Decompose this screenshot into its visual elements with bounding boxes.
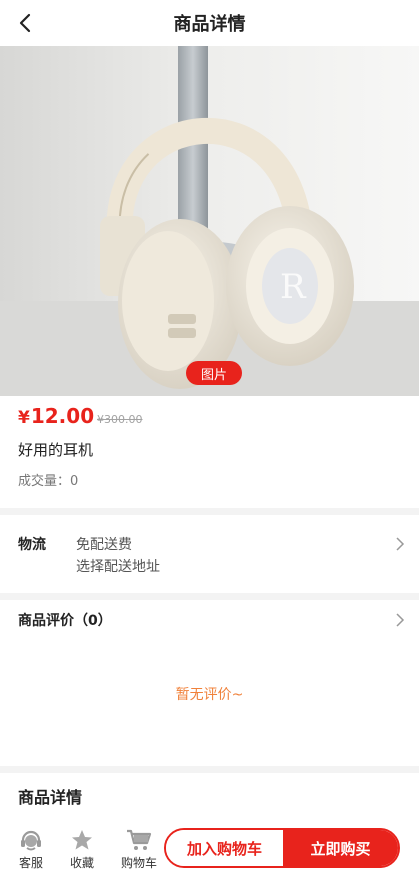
currency-symbol: ¥ <box>18 408 30 428</box>
reviews-section: 商品评价（0） 暂无评价~ <box>0 600 419 766</box>
cart-button[interactable]: 购物车 <box>119 828 159 871</box>
image-tag[interactable]: 图片 <box>186 361 242 385</box>
sold-count: 成交量：0 <box>18 474 79 489</box>
shipping-fee: 免配送费 <box>76 537 132 553</box>
price-section: ¥12.00 ¥300.00 好用的耳机 成交量：0 <box>0 396 419 508</box>
chevron-right-icon[interactable] <box>395 613 405 627</box>
price-value: 12.00 <box>30 404 95 428</box>
details-title: 商品详情 <box>18 788 83 807</box>
headphones-image: R <box>0 46 419 396</box>
cart-icon <box>127 829 152 850</box>
star-icon <box>72 830 92 850</box>
bottom-bar: 客服 收藏 购物车 加入购物车 立即购买 <box>0 818 419 890</box>
product-image[interactable]: R 图片 <box>0 46 419 396</box>
product-name: 好用的耳机 <box>18 441 94 459</box>
empty-reviews: 暂无评价~ <box>175 687 244 703</box>
svg-text:R: R <box>280 267 307 307</box>
cart-label: 购物车 <box>120 856 157 870</box>
favorite-button[interactable]: 收藏 <box>62 828 102 871</box>
reviews-title[interactable]: 商品评价（0） <box>18 610 112 630</box>
header: 商品详情 <box>0 0 419 46</box>
buy-now-button[interactable]: 立即购买 <box>283 830 398 866</box>
price: ¥12.00 <box>18 404 94 428</box>
chevron-right-icon <box>396 537 405 551</box>
purchase-buttons: 加入购物车 立即购买 <box>164 828 400 868</box>
page-title: 商品详情 <box>173 14 246 35</box>
shipping-label: 物流 <box>18 537 46 553</box>
headset-icon <box>21 830 41 851</box>
favorite-label: 收藏 <box>69 856 94 870</box>
shipping-row[interactable]: 物流 免配送费 选择配送地址 <box>0 515 419 593</box>
service-button[interactable]: 客服 <box>11 828 51 871</box>
original-price: ¥300.00 <box>97 413 143 426</box>
back-arrow-icon <box>19 13 31 33</box>
service-label: 客服 <box>18 856 43 870</box>
shipping-address: 选择配送地址 <box>76 559 160 575</box>
back-button[interactable] <box>10 8 40 38</box>
add-to-cart-button[interactable]: 加入购物车 <box>166 830 283 866</box>
